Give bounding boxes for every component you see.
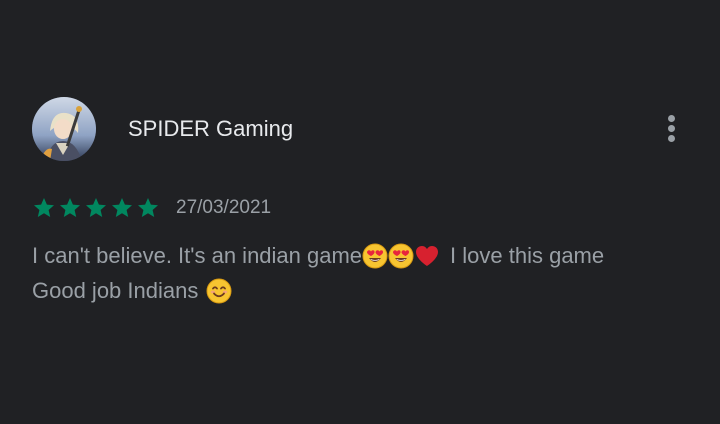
heart-eyes-emoji (362, 243, 388, 269)
star-icon (84, 196, 108, 220)
menu-dot (668, 115, 675, 122)
more-vertical-icon[interactable] (660, 112, 684, 146)
author-name: SPIDER Gaming (128, 116, 294, 141)
star-icon (32, 196, 56, 220)
review-line-1: I can't believe. It's an indian game I l… (32, 238, 672, 273)
heart-eyes-emoji (388, 243, 414, 269)
review-text-part: I can't believe. It's an indian game (32, 243, 363, 268)
menu-dot (668, 125, 675, 132)
star-icon (110, 196, 134, 220)
review-card: SPIDER Gaming 27/03/2021 I can't believe… (0, 0, 720, 424)
review-text-part: I love this game (450, 243, 605, 268)
smiling-face-emoji (206, 278, 232, 304)
star-rating (32, 196, 160, 220)
review-text-part: Good job Indians (32, 278, 199, 303)
review-text: I can't believe. It's an indian game I l… (32, 238, 672, 308)
avatar (32, 97, 96, 161)
rating-row: 27/03/2021 (32, 195, 271, 221)
star-icon (136, 196, 160, 220)
menu-dot (668, 135, 675, 142)
review-line-2: Good job Indians (32, 273, 672, 308)
red-heart-emoji (414, 243, 440, 269)
review-date: 27/03/2021 (176, 197, 272, 218)
star-icon (58, 196, 82, 220)
